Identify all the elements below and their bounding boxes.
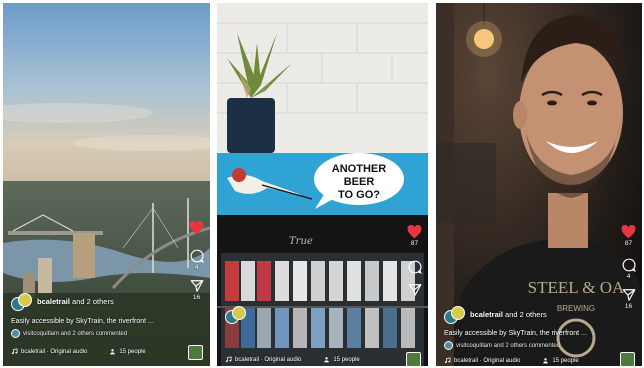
comment-count: 4 — [194, 264, 199, 271]
people-tag[interactable]: 15 people — [323, 356, 360, 363]
like-button[interactable] — [189, 221, 204, 244]
reel-1-overlay: 4 16 bcaletrail and 2 others Easily acce… — [3, 3, 210, 366]
audio-label: bcaletrail · Original audio — [235, 356, 302, 363]
heart-icon — [407, 225, 422, 239]
audio-link[interactable]: bcaletrail · Original audio — [11, 348, 87, 355]
people-icon — [110, 349, 116, 355]
heart-icon — [621, 225, 636, 239]
like-button[interactable]: 87 — [407, 225, 422, 255]
reel-2-author[interactable] — [225, 306, 247, 324]
comment-button[interactable]: 4 — [190, 249, 204, 279]
like-count: 87 — [624, 240, 633, 247]
like-count: 87 — [410, 240, 419, 247]
reel-3-overlay: 87 4 16 bcaletrail and 2 others Easily a… — [436, 3, 642, 366]
reel-3-caption[interactable]: Easily accessible by SkyTrain, the river… — [444, 330, 587, 337]
reel-3-action-rail: 87 4 16 — [621, 225, 636, 318]
people-icon — [543, 358, 549, 364]
comment-button[interactable]: 4 — [622, 258, 636, 288]
reel-2-action-rail: 87 — [407, 225, 422, 297]
reel-3-comment-summary[interactable]: visitcoquitlam and 2 others commented — [444, 341, 560, 350]
people-label: 15 people — [119, 348, 146, 355]
audio-link[interactable]: bcaletrail · Original audio — [225, 356, 301, 363]
heart-icon — [189, 221, 204, 235]
audio-thumbnail-icon[interactable] — [406, 352, 421, 366]
send-icon — [408, 284, 421, 296]
comment-summary-text: visitcoquitlam and 2 others commented — [456, 342, 561, 349]
author-suffix: and 2 others — [502, 309, 547, 319]
comment-bubble-icon — [190, 249, 204, 263]
author-avatars — [11, 293, 33, 311]
author-avatars — [444, 306, 466, 324]
people-tag[interactable]: 15 people — [109, 348, 146, 355]
share-button[interactable]: 16 — [622, 288, 636, 318]
send-icon — [190, 280, 203, 292]
people-label: 15 people — [552, 357, 579, 364]
commenter-avatar — [444, 341, 453, 350]
commenter-avatar — [11, 329, 20, 338]
reel-3-footer: bcaletrail · Original audio 15 people — [444, 357, 634, 364]
people-tag[interactable]: 15 people — [542, 357, 579, 364]
comment-bubble-icon — [622, 258, 636, 272]
reel-panel-1[interactable]: 4 16 bcaletrail and 2 others Easily acce… — [3, 3, 210, 366]
author-suffix: and 2 others — [69, 296, 114, 306]
reel-1-action-rail: 4 16 — [189, 221, 204, 309]
reel-panel-3[interactable]: STEEL & OA BREWING 87 4 16 bcaletrail an… — [436, 3, 642, 366]
music-note-icon — [11, 348, 18, 355]
reel-3-author[interactable]: bcaletrail and 2 others — [444, 306, 547, 324]
reel-1-footer: bcaletrail · Original audio 15 people — [11, 348, 202, 355]
music-note-icon — [225, 356, 232, 363]
author-name: bcaletrail — [470, 309, 503, 319]
people-label: 15 people — [333, 356, 360, 363]
reel-1-caption[interactable]: Easily accessible by SkyTrain, the river… — [11, 318, 154, 325]
reels-gallery: 4 16 bcaletrail and 2 others Easily acce… — [0, 0, 644, 368]
audio-thumbnail-icon[interactable] — [620, 352, 635, 366]
audio-thumbnail-icon[interactable] — [188, 345, 203, 360]
reel-1-comment-summary[interactable]: visitcoquitlam and 2 others commented — [11, 329, 127, 338]
comment-button[interactable] — [408, 260, 422, 283]
author-avatars — [225, 306, 247, 324]
reel-1-author[interactable]: bcaletrail and 2 others — [11, 293, 114, 311]
reel-2-footer: bcaletrail · Original audio 15 people — [225, 356, 420, 363]
music-note-icon — [444, 357, 451, 364]
comment-bubble-icon — [408, 260, 422, 274]
share-count: 16 — [192, 294, 201, 301]
comment-summary-text: visitcoquitlam and 2 others commented — [23, 330, 128, 337]
audio-link[interactable]: bcaletrail · Original audio — [444, 357, 520, 364]
audio-label: bcaletrail · Original audio — [454, 357, 521, 364]
share-count: 16 — [624, 303, 633, 310]
like-button[interactable]: 87 — [621, 225, 636, 255]
author-name: bcaletrail — [37, 296, 70, 306]
send-icon — [622, 289, 635, 301]
reel-2-overlay: 87 bcaletrail · Original audio 15 people — [217, 3, 428, 366]
comment-count: 4 — [626, 273, 631, 280]
audio-label: bcaletrail · Original audio — [21, 348, 88, 355]
reel-panel-2[interactable]: ANOTHER BEER TO GO? True 87 bcaletrail ·… — [217, 3, 428, 366]
share-button[interactable]: 16 — [190, 279, 204, 309]
people-icon — [324, 357, 330, 363]
share-button[interactable] — [408, 283, 422, 297]
